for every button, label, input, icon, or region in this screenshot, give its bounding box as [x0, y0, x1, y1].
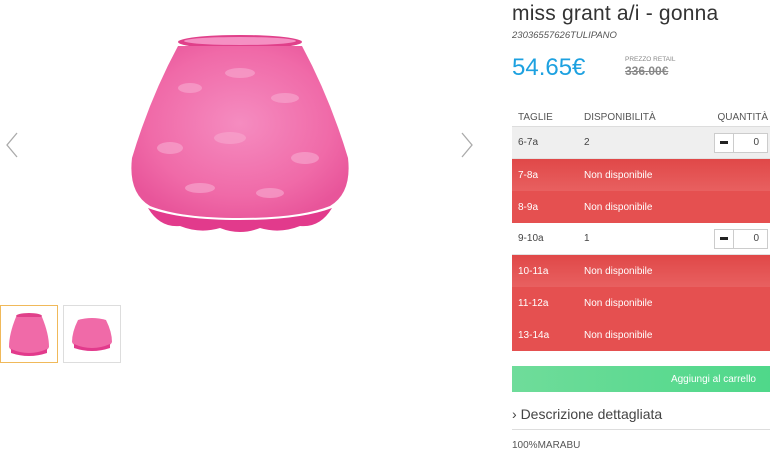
size-label: 8-9a — [518, 201, 539, 213]
size-row-unavailable: 7-8a Non disponibile — [512, 159, 770, 191]
size-row-unavailable: 10-11a Non disponibile — [512, 255, 770, 287]
size-row: 9-10a 1 0 — [512, 223, 770, 255]
header-availability: DISPONIBILITÀ — [584, 111, 656, 123]
size-row-unavailable: 11-12a Non disponibile — [512, 287, 770, 319]
thumbnail-1[interactable] — [0, 305, 58, 363]
description-toggle[interactable]: › Descrizione dettagliata — [512, 406, 662, 422]
availability-value: Non disponibile — [584, 297, 653, 309]
thumbnail-image — [72, 318, 112, 351]
quantity-input[interactable]: 0 — [734, 132, 768, 153]
add-to-cart-button[interactable]: Aggiungi al carrello — [512, 366, 770, 392]
chevron-left-icon — [6, 132, 18, 158]
size-table: TAGLIE DISPONIBILITÀ QUANTITÀ 6-7a 2 0 7… — [512, 108, 770, 351]
size-label: 9-10a — [518, 233, 544, 244]
availability-value: Non disponibile — [584, 329, 653, 341]
description-text: 100%MARABU — [512, 440, 581, 451]
size-row: 6-7a 2 0 — [512, 127, 770, 159]
product-title: miss grant a/i - gonna — [512, 2, 719, 25]
retail-price-label: PREZZO RETAIL — [625, 56, 676, 63]
description-toggle-label: Descrizione dettagliata — [520, 406, 663, 422]
divider — [512, 429, 770, 430]
availability-value: Non disponibile — [584, 169, 653, 181]
quantity-stepper: 0 — [714, 228, 768, 249]
retail-price: 336.00€ — [625, 64, 669, 78]
size-row-unavailable: 8-9a Non disponibile — [512, 191, 770, 223]
product-sku: 23036557626TULIPANO — [512, 30, 617, 41]
header-sizes: TAGLIE — [518, 111, 553, 123]
size-label: 6-7a — [518, 137, 539, 148]
availability-value: 2 — [584, 137, 590, 148]
header-quantity: QUANTITÀ — [717, 111, 768, 123]
product-main-image — [131, 35, 349, 232]
quantity-decrement-button[interactable] — [714, 228, 734, 249]
product-gallery — [0, 0, 490, 469]
thumbnail-image — [9, 313, 49, 356]
size-label: 7-8a — [518, 169, 539, 181]
size-table-header: TAGLIE DISPONIBILITÀ QUANTITÀ — [512, 108, 770, 127]
chevron-right-icon — [461, 132, 473, 158]
quantity-stepper: 0 — [714, 132, 768, 153]
size-label: 11-12a — [518, 297, 549, 309]
minus-icon — [720, 141, 728, 144]
gallery-prev-button[interactable] — [2, 130, 24, 160]
chevron-right-icon: › — [512, 406, 521, 422]
size-row-unavailable: 13-14a Non disponibile — [512, 319, 770, 351]
minus-icon — [720, 237, 728, 240]
availability-value: Non disponibile — [584, 265, 653, 277]
quantity-decrement-button[interactable] — [714, 132, 734, 153]
thumbnail-strip — [0, 305, 121, 363]
size-label: 10-11a — [518, 265, 549, 277]
size-label: 13-14a — [518, 329, 550, 341]
thumbnail-2[interactable] — [63, 305, 121, 363]
product-price: 54.65€ — [512, 54, 586, 81]
quantity-input[interactable]: 0 — [734, 228, 768, 249]
availability-value: 1 — [584, 233, 590, 244]
availability-value: Non disponibile — [584, 201, 653, 213]
gallery-next-button[interactable] — [455, 130, 477, 160]
